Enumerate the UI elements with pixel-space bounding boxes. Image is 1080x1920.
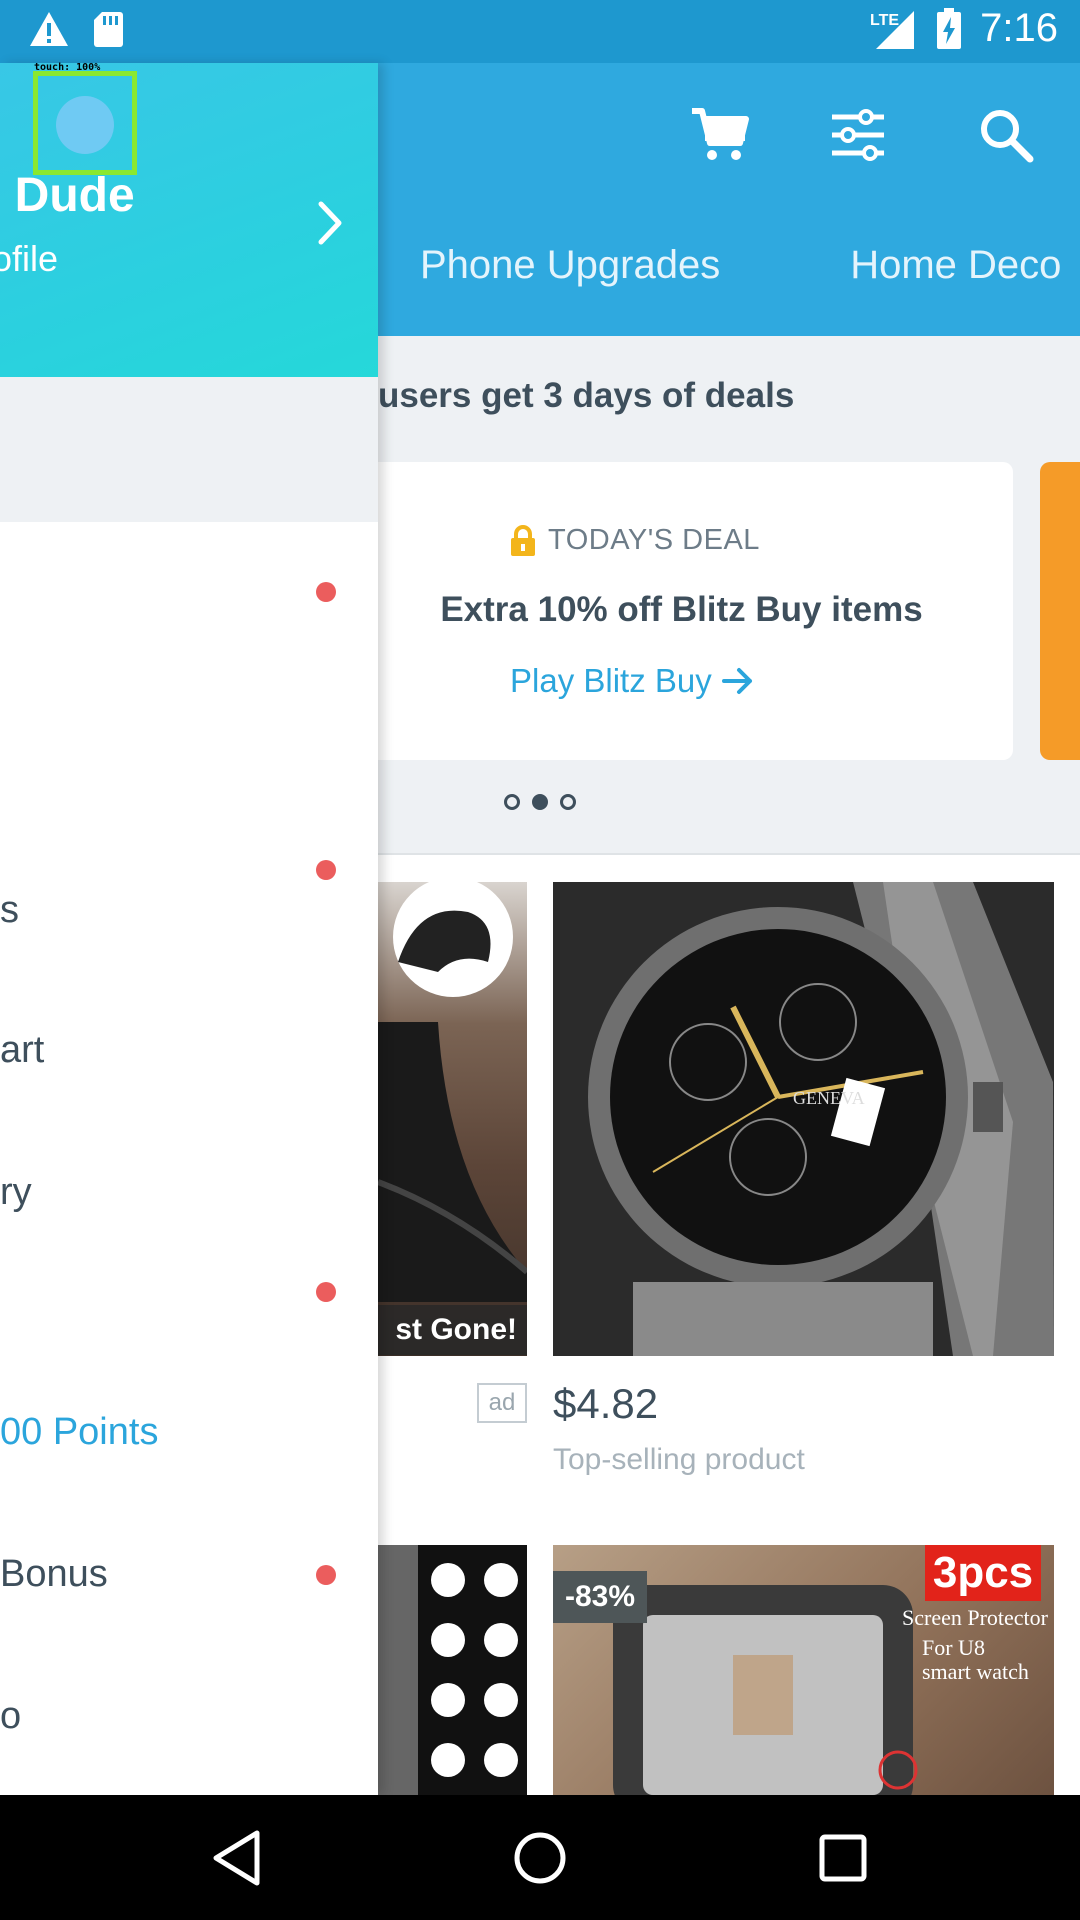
- carousel-dot-active[interactable]: [532, 794, 548, 810]
- deal-title: Extra 10% off Blitz Buy items: [440, 590, 923, 629]
- menu-item-3[interactable]: ry: [0, 1171, 32, 1214]
- phone-illustration: [378, 1545, 518, 1795]
- deal-label-text: TODAY'S DEAL: [548, 524, 760, 556]
- notification-dot: [316, 860, 336, 880]
- notification-dot: [316, 582, 336, 602]
- watch-illustration: GENEVA: [553, 882, 1054, 1356]
- product-caption-detail: For U8 smart watch: [922, 1636, 1029, 1684]
- drawer-header[interactable]: touch: 100% o Dude rofile: [0, 62, 378, 377]
- carousel-dot[interactable]: [560, 794, 576, 810]
- chevron-right-icon[interactable]: [315, 198, 345, 248]
- tab-phone-upgrades[interactable]: Phone Upgrades: [420, 243, 720, 288]
- clock: 7:16: [980, 6, 1058, 50]
- arrow-right-icon: [721, 668, 752, 694]
- cart-icon[interactable]: [688, 103, 752, 167]
- deal-card[interactable]: TODAY'S DEAL Extra 10% off Blitz Buy ite…: [300, 462, 1013, 760]
- navigation-drawer: touch: 100% o Dude rofile s art ry 00 Po…: [0, 62, 378, 1795]
- touch-indicator: touch: 100%: [33, 62, 137, 175]
- recents-icon[interactable]: [808, 1823, 878, 1893]
- promo-heading: users get 3 days of deals: [378, 376, 795, 415]
- system-nav-bar: [0, 1795, 1080, 1920]
- category-tabs: Phone Upgrades Home Deco: [420, 243, 1061, 288]
- product-image-watch[interactable]: GENEVA: [553, 882, 1054, 1356]
- menu-item-7[interactable]: o: [0, 1695, 21, 1738]
- battery-charging-icon: [937, 7, 962, 49]
- carousel-dot[interactable]: [504, 794, 520, 810]
- menu-item-bonus[interactable]: Bonus: [0, 1553, 108, 1596]
- lock-icon: [511, 524, 535, 556]
- screen: LTE 7:16 Phone Upgrades Home Deco users …: [0, 0, 1080, 1920]
- sd-card-icon: [94, 12, 123, 47]
- product-image-phone[interactable]: [378, 1545, 527, 1795]
- status-bar: LTE 7:16: [0, 0, 1080, 63]
- menu-item-points[interactable]: 00 Points: [0, 1411, 158, 1454]
- carousel-indicator: [504, 794, 576, 810]
- discount-badge: -83%: [553, 1571, 648, 1623]
- menu-item-1[interactable]: s: [0, 889, 19, 932]
- deal-link-text: Play Blitz Buy: [510, 662, 712, 699]
- pcs-badge: 3pcs: [925, 1545, 1041, 1601]
- deal-label: TODAY'S DEAL: [510, 524, 760, 557]
- product-caption-line: For U8: [922, 1635, 985, 1660]
- product-subtitle: Top-selling product: [553, 1443, 805, 1476]
- almost-gone-badge: st Gone!: [378, 1305, 527, 1355]
- signal-icon: LTE: [870, 10, 915, 49]
- notification-dot: [316, 1565, 336, 1585]
- product-caption: Screen Protector: [902, 1605, 1048, 1630]
- svg-text:LTE: LTE: [870, 12, 899, 29]
- home-icon[interactable]: [505, 1823, 575, 1893]
- filter-icon[interactable]: [826, 103, 890, 167]
- shoe-illustration: [378, 882, 527, 1302]
- product-caption-line: smart watch: [922, 1659, 1029, 1684]
- warning-icon: [30, 12, 68, 46]
- search-icon[interactable]: [974, 103, 1038, 167]
- next-deal-card[interactable]: [1040, 462, 1080, 760]
- view-profile-link[interactable]: rofile: [0, 238, 58, 280]
- product-image-shoe[interactable]: [378, 882, 527, 1356]
- user-name: o Dude: [0, 169, 135, 222]
- back-icon[interactable]: [202, 1823, 272, 1893]
- tab-home-deco[interactable]: Home Deco: [850, 243, 1061, 288]
- drawer-section-spacer: [0, 377, 378, 522]
- touch-label: touch: 100%: [34, 62, 101, 73]
- product-price: $4.82: [553, 1380, 659, 1427]
- play-blitz-buy-link[interactable]: Play Blitz Buy: [510, 662, 754, 700]
- svg-text:GENEVA: GENEVA: [793, 1088, 865, 1108]
- notification-dot: [316, 1282, 336, 1302]
- ad-tag: ad: [477, 1383, 527, 1423]
- menu-item-2[interactable]: art: [0, 1029, 44, 1072]
